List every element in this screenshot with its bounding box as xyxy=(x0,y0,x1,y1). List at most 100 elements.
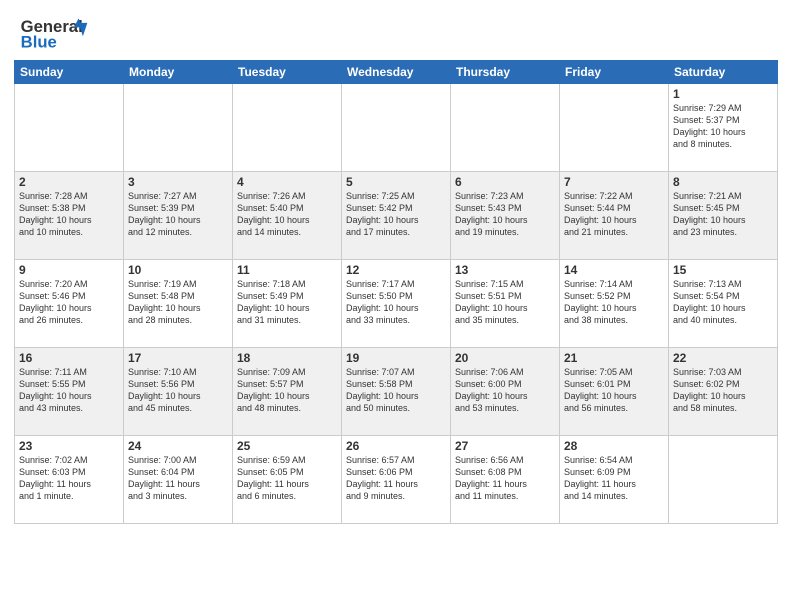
day-cell xyxy=(451,84,560,172)
day-cell: 4Sunrise: 7:26 AM Sunset: 5:40 PM Daylig… xyxy=(233,172,342,260)
day-info: Sunrise: 7:09 AM Sunset: 5:57 PM Dayligh… xyxy=(237,366,337,415)
day-cell: 7Sunrise: 7:22 AM Sunset: 5:44 PM Daylig… xyxy=(560,172,669,260)
day-number: 28 xyxy=(564,439,664,453)
day-number: 4 xyxy=(237,175,337,189)
day-info: Sunrise: 7:28 AM Sunset: 5:38 PM Dayligh… xyxy=(19,190,119,239)
day-cell: 27Sunrise: 6:56 AM Sunset: 6:08 PM Dayli… xyxy=(451,436,560,524)
day-cell: 19Sunrise: 7:07 AM Sunset: 5:58 PM Dayli… xyxy=(342,348,451,436)
day-info: Sunrise: 6:56 AM Sunset: 6:08 PM Dayligh… xyxy=(455,454,555,503)
day-number: 22 xyxy=(673,351,773,365)
day-info: Sunrise: 7:21 AM Sunset: 5:45 PM Dayligh… xyxy=(673,190,773,239)
day-info: Sunrise: 7:06 AM Sunset: 6:00 PM Dayligh… xyxy=(455,366,555,415)
week-row-4: 16Sunrise: 7:11 AM Sunset: 5:55 PM Dayli… xyxy=(15,348,778,436)
weekday-header-wednesday: Wednesday xyxy=(342,61,451,84)
day-number: 26 xyxy=(346,439,446,453)
day-number: 14 xyxy=(564,263,664,277)
day-number: 11 xyxy=(237,263,337,277)
day-cell xyxy=(233,84,342,172)
day-cell: 21Sunrise: 7:05 AM Sunset: 6:01 PM Dayli… xyxy=(560,348,669,436)
day-cell: 2Sunrise: 7:28 AM Sunset: 5:38 PM Daylig… xyxy=(15,172,124,260)
day-cell: 12Sunrise: 7:17 AM Sunset: 5:50 PM Dayli… xyxy=(342,260,451,348)
day-number: 3 xyxy=(128,175,228,189)
day-number: 15 xyxy=(673,263,773,277)
day-info: Sunrise: 7:29 AM Sunset: 5:37 PM Dayligh… xyxy=(673,102,773,151)
day-info: Sunrise: 7:23 AM Sunset: 5:43 PM Dayligh… xyxy=(455,190,555,239)
day-info: Sunrise: 7:03 AM Sunset: 6:02 PM Dayligh… xyxy=(673,366,773,415)
weekday-header-friday: Friday xyxy=(560,61,669,84)
week-row-5: 23Sunrise: 7:02 AM Sunset: 6:03 PM Dayli… xyxy=(15,436,778,524)
day-cell: 1Sunrise: 7:29 AM Sunset: 5:37 PM Daylig… xyxy=(669,84,778,172)
day-number: 17 xyxy=(128,351,228,365)
day-cell: 22Sunrise: 7:03 AM Sunset: 6:02 PM Dayli… xyxy=(669,348,778,436)
day-info: Sunrise: 6:57 AM Sunset: 6:06 PM Dayligh… xyxy=(346,454,446,503)
day-cell: 3Sunrise: 7:27 AM Sunset: 5:39 PM Daylig… xyxy=(124,172,233,260)
day-cell: 6Sunrise: 7:23 AM Sunset: 5:43 PM Daylig… xyxy=(451,172,560,260)
day-info: Sunrise: 6:54 AM Sunset: 6:09 PM Dayligh… xyxy=(564,454,664,503)
day-number: 6 xyxy=(455,175,555,189)
day-cell xyxy=(560,84,669,172)
logo: General Blue xyxy=(14,14,94,54)
day-info: Sunrise: 7:27 AM Sunset: 5:39 PM Dayligh… xyxy=(128,190,228,239)
day-cell: 24Sunrise: 7:00 AM Sunset: 6:04 PM Dayli… xyxy=(124,436,233,524)
day-cell: 5Sunrise: 7:25 AM Sunset: 5:42 PM Daylig… xyxy=(342,172,451,260)
day-cell: 8Sunrise: 7:21 AM Sunset: 5:45 PM Daylig… xyxy=(669,172,778,260)
weekday-header-thursday: Thursday xyxy=(451,61,560,84)
day-cell: 28Sunrise: 6:54 AM Sunset: 6:09 PM Dayli… xyxy=(560,436,669,524)
day-number: 25 xyxy=(237,439,337,453)
day-cell: 9Sunrise: 7:20 AM Sunset: 5:46 PM Daylig… xyxy=(15,260,124,348)
day-number: 10 xyxy=(128,263,228,277)
day-info: Sunrise: 7:02 AM Sunset: 6:03 PM Dayligh… xyxy=(19,454,119,503)
calendar: SundayMondayTuesdayWednesdayThursdayFrid… xyxy=(14,60,778,524)
logo-icon: General Blue xyxy=(14,14,94,54)
svg-text:Blue: Blue xyxy=(21,32,57,51)
day-cell: 10Sunrise: 7:19 AM Sunset: 5:48 PM Dayli… xyxy=(124,260,233,348)
weekday-header-saturday: Saturday xyxy=(669,61,778,84)
weekday-header-monday: Monday xyxy=(124,61,233,84)
day-number: 5 xyxy=(346,175,446,189)
header: General Blue xyxy=(14,10,778,54)
day-number: 20 xyxy=(455,351,555,365)
day-number: 18 xyxy=(237,351,337,365)
day-number: 9 xyxy=(19,263,119,277)
day-cell: 18Sunrise: 7:09 AM Sunset: 5:57 PM Dayli… xyxy=(233,348,342,436)
day-info: Sunrise: 7:14 AM Sunset: 5:52 PM Dayligh… xyxy=(564,278,664,327)
day-info: Sunrise: 7:11 AM Sunset: 5:55 PM Dayligh… xyxy=(19,366,119,415)
week-row-1: 1Sunrise: 7:29 AM Sunset: 5:37 PM Daylig… xyxy=(15,84,778,172)
day-cell: 13Sunrise: 7:15 AM Sunset: 5:51 PM Dayli… xyxy=(451,260,560,348)
day-cell xyxy=(669,436,778,524)
day-cell: 26Sunrise: 6:57 AM Sunset: 6:06 PM Dayli… xyxy=(342,436,451,524)
day-cell: 17Sunrise: 7:10 AM Sunset: 5:56 PM Dayli… xyxy=(124,348,233,436)
day-number: 19 xyxy=(346,351,446,365)
day-info: Sunrise: 7:13 AM Sunset: 5:54 PM Dayligh… xyxy=(673,278,773,327)
day-cell: 11Sunrise: 7:18 AM Sunset: 5:49 PM Dayli… xyxy=(233,260,342,348)
day-number: 1 xyxy=(673,87,773,101)
day-cell xyxy=(15,84,124,172)
day-info: Sunrise: 7:07 AM Sunset: 5:58 PM Dayligh… xyxy=(346,366,446,415)
day-info: Sunrise: 7:15 AM Sunset: 5:51 PM Dayligh… xyxy=(455,278,555,327)
weekday-header-sunday: Sunday xyxy=(15,61,124,84)
week-row-3: 9Sunrise: 7:20 AM Sunset: 5:46 PM Daylig… xyxy=(15,260,778,348)
day-cell: 23Sunrise: 7:02 AM Sunset: 6:03 PM Dayli… xyxy=(15,436,124,524)
weekday-header-tuesday: Tuesday xyxy=(233,61,342,84)
day-info: Sunrise: 7:00 AM Sunset: 6:04 PM Dayligh… xyxy=(128,454,228,503)
day-number: 8 xyxy=(673,175,773,189)
day-info: Sunrise: 7:26 AM Sunset: 5:40 PM Dayligh… xyxy=(237,190,337,239)
day-info: Sunrise: 7:20 AM Sunset: 5:46 PM Dayligh… xyxy=(19,278,119,327)
day-info: Sunrise: 7:18 AM Sunset: 5:49 PM Dayligh… xyxy=(237,278,337,327)
day-number: 13 xyxy=(455,263,555,277)
weekday-header-row: SundayMondayTuesdayWednesdayThursdayFrid… xyxy=(15,61,778,84)
day-info: Sunrise: 7:17 AM Sunset: 5:50 PM Dayligh… xyxy=(346,278,446,327)
day-cell: 25Sunrise: 6:59 AM Sunset: 6:05 PM Dayli… xyxy=(233,436,342,524)
day-cell xyxy=(342,84,451,172)
day-number: 12 xyxy=(346,263,446,277)
day-number: 21 xyxy=(564,351,664,365)
day-info: Sunrise: 6:59 AM Sunset: 6:05 PM Dayligh… xyxy=(237,454,337,503)
day-number: 27 xyxy=(455,439,555,453)
page: General Blue SundayMondayTuesdayWednesda… xyxy=(0,0,792,612)
day-cell xyxy=(124,84,233,172)
day-cell: 16Sunrise: 7:11 AM Sunset: 5:55 PM Dayli… xyxy=(15,348,124,436)
day-number: 7 xyxy=(564,175,664,189)
day-number: 16 xyxy=(19,351,119,365)
day-cell: 14Sunrise: 7:14 AM Sunset: 5:52 PM Dayli… xyxy=(560,260,669,348)
week-row-2: 2Sunrise: 7:28 AM Sunset: 5:38 PM Daylig… xyxy=(15,172,778,260)
